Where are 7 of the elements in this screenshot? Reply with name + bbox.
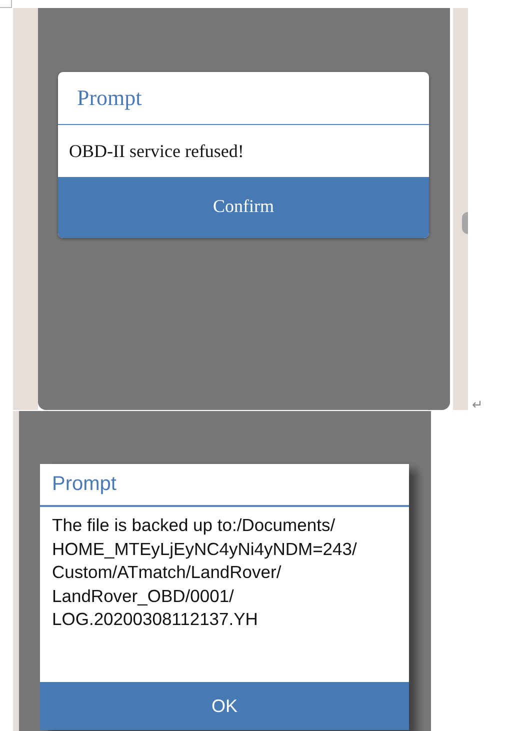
dialog-message: The file is backed up to:/Documents/ HOME_MTEyLjEyNC4yNi4yNDM=243/ Custom/ATmatch/LandRover/ LandRover_OBD/0001/ LOG.20200308112137.YH xyxy=(52,514,358,631)
paragraph-mark: ↵ xyxy=(472,399,483,413)
dialog-message: OBD-II service refused! xyxy=(69,140,244,162)
dialog-title: Prompt xyxy=(77,85,142,111)
confirm-button[interactable]: Confirm xyxy=(58,177,429,238)
dialog-title: Prompt xyxy=(52,473,116,496)
ok-button[interactable]: OK xyxy=(40,682,409,730)
